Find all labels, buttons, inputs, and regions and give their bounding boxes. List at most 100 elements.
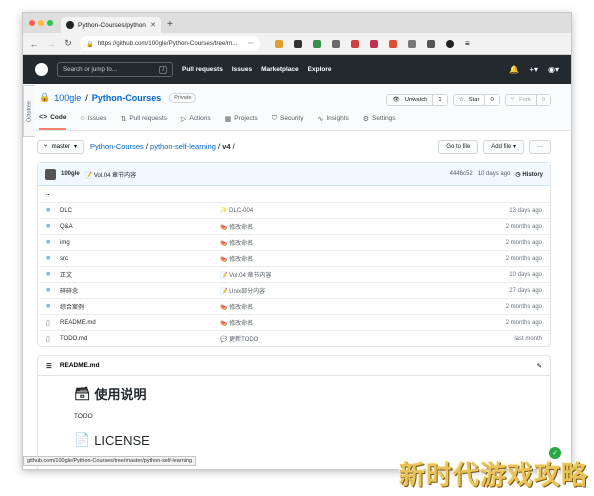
edit-pencil-icon[interactable]: ✎: [537, 362, 542, 370]
tab-actions[interactable]: ▷ Actions: [181, 114, 211, 130]
file-name-link[interactable]: README.md: [60, 320, 220, 326]
close-window-button[interactable]: [29, 20, 35, 26]
breadcrumb-separator: /: [232, 142, 235, 151]
create-new-icon[interactable]: +▾: [529, 65, 538, 74]
parent-directory-link[interactable]: ..: [46, 191, 206, 197]
file-name-link[interactable]: src: [60, 256, 220, 262]
file-commit-message[interactable]: 📝 Vol.04 章节内容: [220, 270, 462, 279]
extension-icon[interactable]: [294, 39, 302, 48]
file-name-link[interactable]: 碎碎念: [60, 286, 220, 295]
more-options-button[interactable]: ···: [529, 139, 551, 154]
profile-icon[interactable]: [446, 39, 454, 48]
file-name-link[interactable]: DLC: [60, 208, 220, 214]
file-commit-message[interactable]: 🍉 修改命名: [220, 302, 462, 311]
nav-explore[interactable]: Explore: [308, 66, 332, 73]
file-name-link[interactable]: Q&A: [60, 224, 220, 230]
table-row[interactable]: ■ src 🍉 修改命名 2 months ago: [38, 250, 550, 266]
table-row[interactable]: ■ img 🍉 修改命名 2 months ago: [38, 234, 550, 250]
extension-icon[interactable]: [427, 39, 435, 48]
file-commit-message[interactable]: 🍉 修改命名: [220, 238, 462, 247]
reload-icon[interactable]: ↻: [63, 38, 73, 49]
file-name-link[interactable]: 综合案例: [60, 302, 220, 311]
repo-name-link[interactable]: Python-Courses: [92, 93, 162, 103]
nav-marketplace[interactable]: Marketplace: [261, 66, 299, 73]
table-row[interactable]: ■ Q&A 🍉 修改命名 2 months ago: [38, 218, 550, 234]
tab-settings[interactable]: ⚙ Settings: [363, 114, 396, 130]
forward-icon[interactable]: →: [46, 39, 56, 49]
readme-text: TODO: [74, 413, 93, 420]
notifications-bell-icon[interactable]: 🔔: [509, 65, 519, 74]
tab-label: Insights: [326, 115, 349, 122]
tab-issues[interactable]: ○ Issues: [80, 114, 106, 130]
star-button[interactable]: ☆ Star 0: [452, 94, 500, 106]
extension-icon[interactable]: [370, 39, 378, 48]
back-icon[interactable]: ←: [29, 39, 39, 49]
go-to-file-button[interactable]: Go to file: [438, 139, 479, 154]
file-commit-message[interactable]: 🍉 修改命名: [220, 254, 462, 263]
fork-button[interactable]: ⑂ Fork 0: [504, 94, 551, 106]
add-file-button[interactable]: Add file ▾: [483, 139, 524, 154]
tab-pull-requests[interactable]: ⇅ Pull requests: [120, 114, 166, 130]
browser-tab[interactable]: Python-Courses/python-self-le ✕: [61, 17, 161, 33]
tab-projects[interactable]: ▦ Projects: [225, 114, 258, 130]
window-controls: [29, 20, 53, 26]
file-commit-message[interactable]: ✨ DLC-004: [220, 207, 462, 214]
browser-menu-icon[interactable]: ≡: [465, 39, 470, 48]
table-row[interactable]: ▯ README.md 🍉 修改命名 2 months ago: [38, 314, 550, 330]
breadcrumb-folder[interactable]: python-self-learning: [150, 142, 216, 151]
file-age: 2 months ago: [505, 223, 542, 230]
github-logo-icon[interactable]: [35, 63, 48, 76]
extension-icon[interactable]: [408, 39, 416, 48]
extension-icon[interactable]: [313, 39, 321, 48]
nav-pull-requests[interactable]: Pull requests: [182, 66, 223, 73]
table-row[interactable]: ▯ TODO.md 💬 更新TODO last month: [38, 330, 550, 346]
search-input[interactable]: Search or jump to... /: [57, 62, 173, 77]
commit-sha[interactable]: 4446c52: [450, 171, 473, 177]
file-commit-message[interactable]: 📝 Unix部分内容: [220, 286, 462, 295]
url-text: https://github.com/100gle/Python-Courses…: [97, 40, 238, 47]
file-commit-message[interactable]: 💬 更新TODO: [220, 334, 462, 343]
extension-icon[interactable]: [332, 39, 340, 48]
extension-icon[interactable]: [351, 39, 359, 48]
file-name-link[interactable]: img: [60, 240, 220, 246]
extension-icon[interactable]: [275, 39, 283, 48]
nav-issues[interactable]: Issues: [232, 66, 252, 73]
table-row[interactable]: ■ 正文 📝 Vol.04 章节内容 10 days ago: [38, 266, 550, 282]
file-commit-message[interactable]: 🍉 修改命名: [220, 318, 462, 327]
menu-dots-icon[interactable]: ⋯: [248, 40, 254, 47]
tab-label: Settings: [372, 115, 396, 122]
eye-icon: 👁: [392, 97, 400, 103]
new-tab-icon[interactable]: +: [167, 19, 173, 30]
commit-author[interactable]: 100gle: [61, 171, 80, 177]
file-name-link[interactable]: TODO.md: [60, 336, 220, 342]
list-icon[interactable]: ☰: [46, 362, 52, 370]
minimize-window-button[interactable]: [38, 20, 44, 26]
history-link[interactable]: ◷ History: [515, 171, 543, 178]
table-row[interactable]: ■ 碎碎念 📝 Unix部分内容 27 days ago: [38, 282, 550, 298]
table-row[interactable]: ■ 综合案例 🍉 修改命名 2 months ago: [38, 298, 550, 314]
tab-security[interactable]: ⛉ Security: [272, 114, 304, 130]
tab-code[interactable]: <> Code: [39, 114, 67, 130]
table-row[interactable]: ..: [38, 186, 550, 202]
readme-heading2-text: LICENSE: [94, 432, 150, 448]
maximize-window-button[interactable]: [47, 20, 53, 26]
address-bar[interactable]: 🔒 https://github.com/100gle/Python-Cours…: [80, 36, 260, 51]
breadcrumb: Python-Courses / python-self-learning / …: [90, 142, 235, 151]
star-icon: ☆: [458, 97, 464, 103]
tab-insights[interactable]: ∿ Insights: [317, 114, 348, 130]
commit-age: 10 days ago: [477, 171, 511, 177]
octotree-toggle[interactable]: Octotree: [23, 85, 35, 137]
branch-select[interactable]: ⑂ master ▾: [37, 139, 84, 154]
breadcrumb-repo[interactable]: Python-Courses: [90, 142, 144, 151]
readme-heading-license: 📄 LICENSE: [74, 432, 514, 448]
unwatch-button[interactable]: 👁 Unwatch 1: [386, 94, 448, 106]
close-tab-icon[interactable]: ✕: [150, 21, 156, 29]
user-avatar-icon[interactable]: ◉▾: [548, 65, 559, 74]
table-row[interactable]: ■ DLC ✨ DLC-004 13 days ago: [38, 202, 550, 218]
file-name-link[interactable]: 正文: [60, 270, 220, 279]
extension-icon[interactable]: [389, 39, 397, 48]
repo-owner-link[interactable]: 100gle: [54, 93, 81, 103]
avatar[interactable]: [45, 168, 56, 180]
file-commit-message[interactable]: 🍉 修改命名: [220, 222, 462, 231]
commit-message[interactable]: 📝 Vol.04 章节内容: [85, 170, 137, 179]
